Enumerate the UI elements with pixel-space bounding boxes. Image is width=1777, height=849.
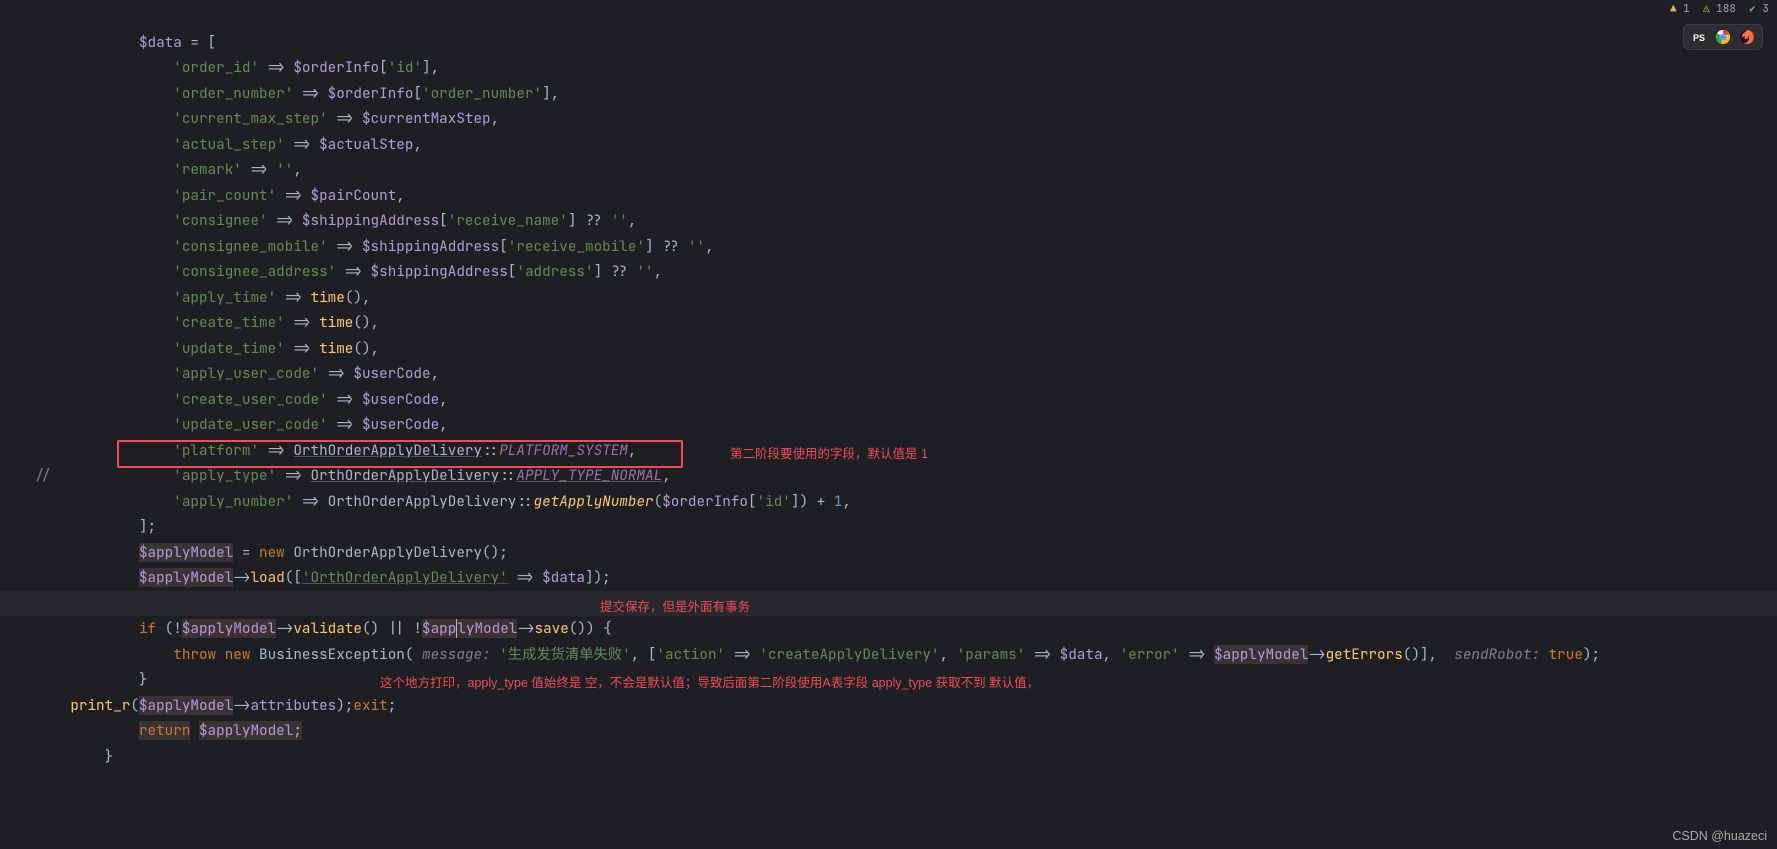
watermark: CSDN @huazeci	[1672, 829, 1767, 843]
code-line[interactable]: 'consignee_address' => $shippingAddress[…	[0, 234, 1777, 260]
code-line[interactable]: 'remark' => '',	[0, 132, 1777, 158]
code-line[interactable]: }	[0, 718, 1777, 744]
code-line[interactable]: return $applyModel;	[0, 693, 1777, 719]
code-line[interactable]: 'platform' => OrthOrderApplyDelivery::PL…	[0, 412, 1777, 438]
code-line[interactable]: 'apply_time' => time(),	[0, 259, 1777, 285]
code-line[interactable]: $applyModel->load(['OrthOrderApplyDelive…	[0, 540, 1777, 566]
code-line[interactable]: print_r($applyModel->attributes);exit; 这…	[0, 667, 1777, 693]
svg-text:PS: PS	[1693, 33, 1705, 43]
code-line[interactable]: 'pair_count' => $pairCount,	[0, 157, 1777, 183]
code-line[interactable]: // $applyModel->setAttributes($data);	[0, 565, 1777, 591]
chrome-icon[interactable]	[1714, 28, 1732, 46]
code-editor[interactable]: $data = [ 'order_id' => $orderInfo['id']…	[0, 0, 1777, 744]
code-line-current[interactable]: if (!$applyModel->validate() || !$applyM…	[0, 591, 1777, 617]
code-line[interactable]: 'consignee_mobile' => $shippingAddress['…	[0, 208, 1777, 234]
code-line[interactable]: 'create_time' => time(),	[0, 285, 1777, 311]
code-line[interactable]: 'update_time' => time(),	[0, 310, 1777, 336]
code-line[interactable]: 'order_id' => $orderInfo['id'],	[0, 30, 1777, 56]
inspection-counts: ▲ 1 ⚠ 188 ✔ 3	[1670, 2, 1769, 16]
phpstorm-icon[interactable]: PS	[1690, 28, 1708, 46]
firefox-icon[interactable]	[1738, 28, 1756, 46]
code-line[interactable]: }	[0, 642, 1777, 668]
code-line[interactable]: 'apply_number' => OrthOrderApplyDelivery…	[0, 463, 1777, 489]
code-line[interactable]: $data = [	[0, 4, 1777, 30]
inspection-status[interactable]: ▲ 1 ⚠ 188 ✔ 3	[1670, 2, 1769, 16]
code-line[interactable]: 'order_number' => $orderInfo['order_numb…	[0, 55, 1777, 81]
code-line[interactable]: 'current_max_step' => $currentMaxStep,	[0, 81, 1777, 107]
code-line[interactable]: 'actual_step' => $actualStep,	[0, 106, 1777, 132]
code-line[interactable]: 'update_user_code' => $userCode,	[0, 387, 1777, 413]
code-line[interactable]: // 'apply_type' => OrthOrderApplyDeliver…	[0, 438, 1777, 464]
code-line[interactable]: ];	[0, 489, 1777, 515]
code-line[interactable]: 'consignee' => $shippingAddress['receive…	[0, 183, 1777, 209]
float-toolbar: PS	[1683, 24, 1763, 50]
code-line[interactable]: throw new BusinessException( message: '生…	[0, 616, 1777, 642]
code-line[interactable]: 'create_user_code' => $userCode,	[0, 361, 1777, 387]
code-line[interactable]: 'apply_user_code' => $userCode,	[0, 336, 1777, 362]
code-line[interactable]: $applyModel = new OrthOrderApplyDelivery…	[0, 514, 1777, 540]
